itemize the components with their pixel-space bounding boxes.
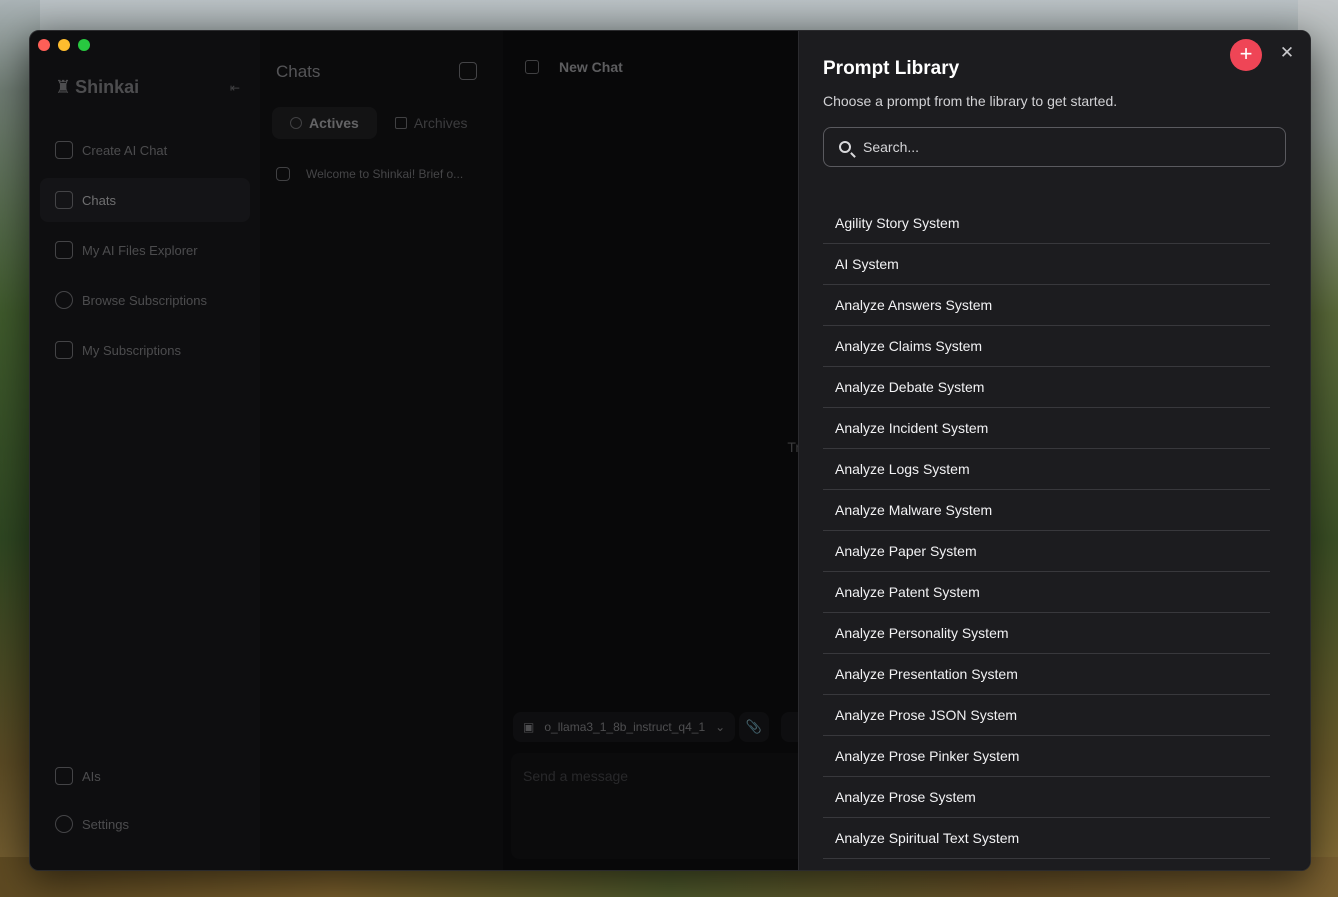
prompt-list-item[interactable]: Analyze Debate System	[823, 367, 1270, 408]
search-field[interactable]	[823, 127, 1286, 167]
prompt-list-item[interactable]: Analyze Paper System	[823, 531, 1270, 572]
prompt-list-item[interactable]: Analyze Prose System	[823, 777, 1270, 818]
add-prompt-button[interactable]: +	[1230, 39, 1262, 71]
prompt-list-item[interactable]: Analyze Prose Pinker System	[823, 736, 1270, 777]
prompt-list-item[interactable]: Analyze Spiritual Text System	[823, 818, 1270, 859]
prompt-list-item[interactable]: Analyze Answers System	[823, 285, 1270, 326]
prompt-list-item[interactable]: Analyze Malware System	[823, 490, 1270, 531]
prompt-list: Agility Story System AI System Analyze A…	[823, 203, 1270, 859]
app-window: ♜ Shinkai ⇤ Create AI Chat Chats My AI F…	[29, 30, 1311, 871]
close-drawer-button[interactable]: ✕	[1277, 43, 1297, 63]
drawer-subtitle: Choose a prompt from the library to get …	[823, 93, 1118, 109]
close-window-button[interactable]	[38, 39, 50, 51]
traffic-lights	[38, 39, 90, 51]
prompt-list-item[interactable]: Analyze Prose JSON System	[823, 695, 1270, 736]
prompt-list-item[interactable]: AI System	[823, 244, 1270, 285]
prompt-list-item[interactable]: Analyze Personality System	[823, 613, 1270, 654]
search-icon	[839, 141, 851, 153]
minimize-window-button[interactable]	[58, 39, 70, 51]
close-icon: ✕	[1279, 43, 1295, 62]
search-input[interactable]	[861, 138, 1245, 156]
modal-overlay[interactable]	[30, 31, 798, 870]
prompt-list-item[interactable]: Analyze Claims System	[823, 326, 1270, 367]
drawer-title: Prompt Library	[823, 58, 960, 79]
prompt-list-item[interactable]: Analyze Presentation System	[823, 654, 1270, 695]
prompt-list-item[interactable]: Analyze Patent System	[823, 572, 1270, 613]
prompt-list-item[interactable]: Agility Story System	[823, 203, 1270, 244]
plus-icon: +	[1239, 41, 1253, 66]
prompt-list-item[interactable]: Analyze Logs System	[823, 449, 1270, 490]
prompt-library-drawer: Prompt Library Choose a prompt from the …	[798, 31, 1310, 870]
prompt-list-item[interactable]: Analyze Incident System	[823, 408, 1270, 449]
maximize-window-button[interactable]	[78, 39, 90, 51]
